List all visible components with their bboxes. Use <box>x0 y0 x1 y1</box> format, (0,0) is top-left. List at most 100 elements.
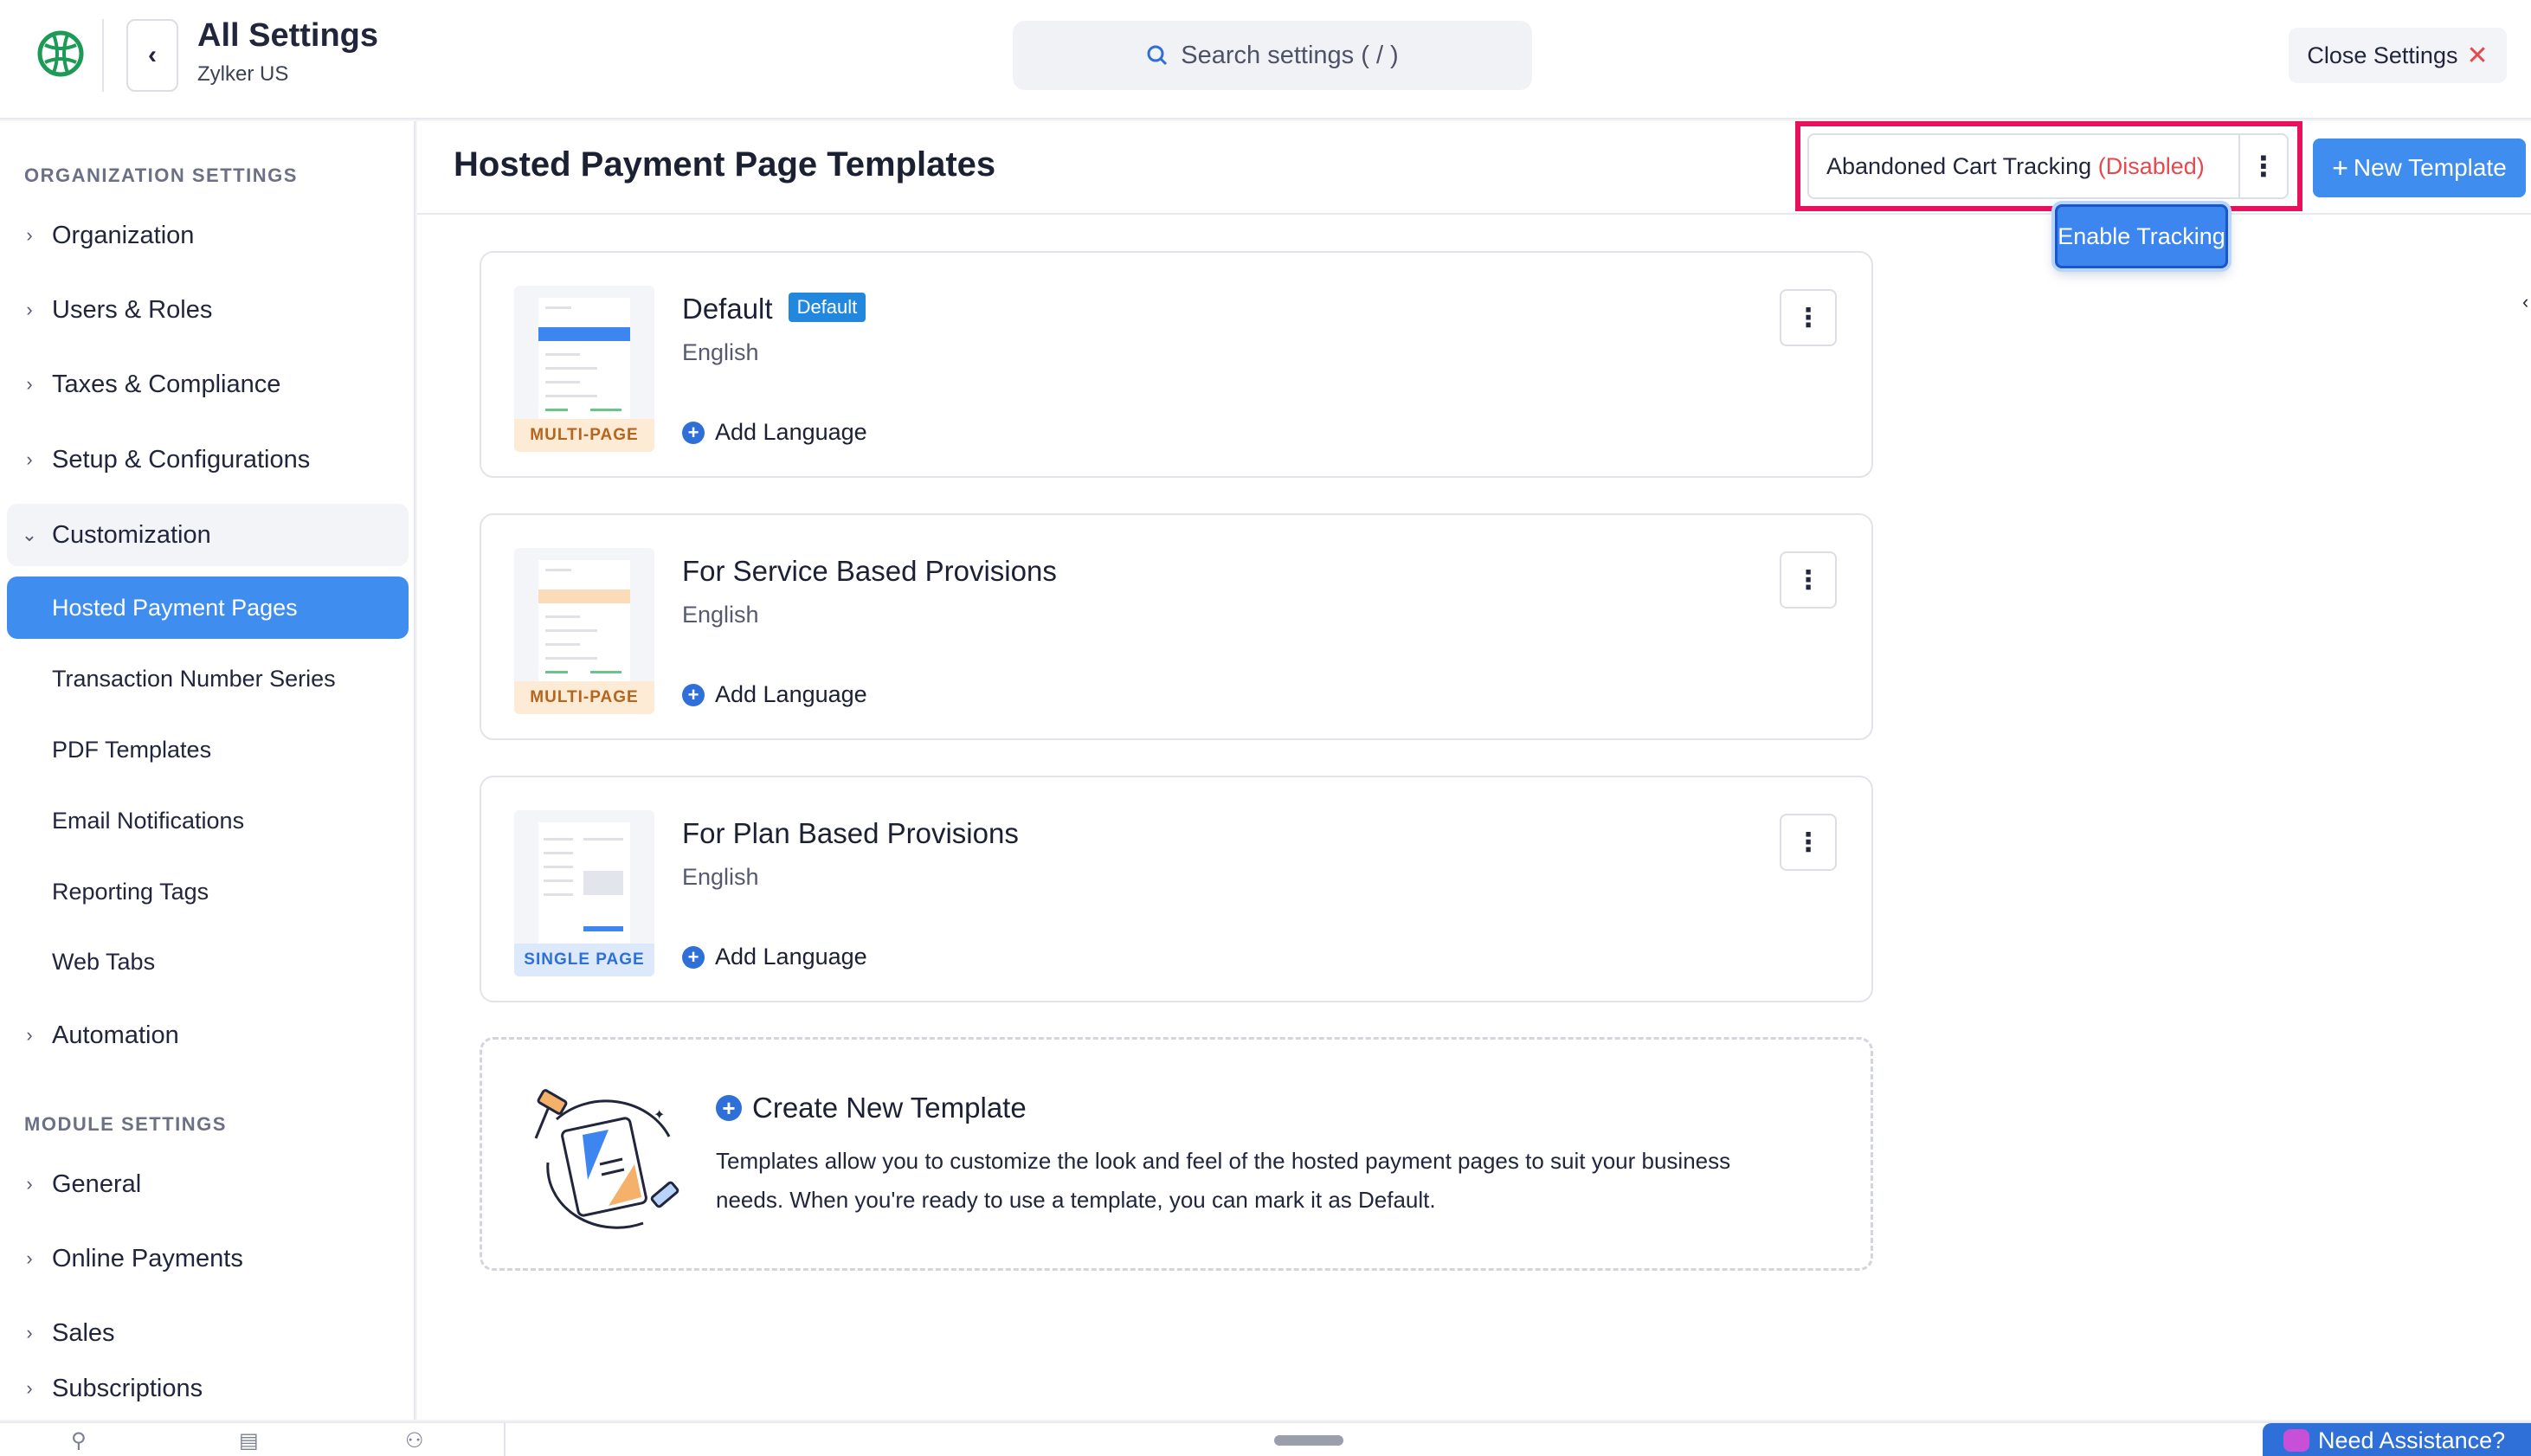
app-logo-icon[interactable] <box>33 26 88 81</box>
plus-circle-icon: + <box>716 1095 742 1121</box>
template-name: For Plan Based Provisions <box>682 817 1019 849</box>
content-title: Hosted Payment Page Templates <box>454 145 996 184</box>
sidebar-item-email-notifications[interactable]: Email Notifications <box>7 789 409 852</box>
header-divider <box>102 19 104 92</box>
sidebar-item-label: Customization <box>52 520 211 549</box>
template-thumbnail: MULTI-PAGE <box>514 548 654 714</box>
sidebar-item-label: Subscriptions <box>52 1374 203 1402</box>
chevron-right-icon: › <box>26 1247 33 1269</box>
need-assistance-button[interactable]: Need Assistance? <box>2263 1423 2531 1456</box>
add-language-button[interactable]: + Add Language <box>682 944 867 970</box>
section-title-organization: ORGANIZATION SETTINGS <box>24 164 298 186</box>
sidebar-item-online-payments[interactable]: › Online Payments <box>7 1227 409 1290</box>
more-options-icon[interactable]: ⋮ <box>1780 551 1837 609</box>
create-template-title[interactable]: + Create New Template <box>716 1092 1027 1124</box>
sidebar-item-customization[interactable]: ⌄ Customization <box>7 504 409 566</box>
sidebar-item-organization[interactable]: › Organization <box>7 204 409 267</box>
plus-icon: + <box>2332 151 2348 184</box>
assistant-bot-icon <box>2283 1429 2309 1452</box>
add-language-button[interactable]: + Add Language <box>682 681 867 708</box>
content-header: Hosted Payment Page Templates Abandoned … <box>417 121 2531 215</box>
plus-circle-icon: + <box>682 945 705 969</box>
template-card-plan-based[interactable]: SINGLE PAGE For Plan Based Provisions En… <box>480 776 1873 1002</box>
sidebar-item-label: Setup & Configurations <box>52 445 311 474</box>
template-language: English <box>682 339 759 365</box>
top-header: ‹ All Settings Zylker US Search settings… <box>0 0 2531 119</box>
chevron-right-icon: › <box>26 373 33 395</box>
page-title: All Settings <box>197 17 379 54</box>
template-name: Default Default <box>682 293 866 325</box>
chevron-left-icon[interactable]: ‹ <box>2522 291 2528 313</box>
sidebar-item-subscriptions[interactable]: › Subscriptions <box>7 1357 409 1420</box>
default-badge: Default <box>788 293 866 323</box>
sidebar-item-sales[interactable]: › Sales <box>7 1302 409 1364</box>
sidebar-item-label: Online Payments <box>52 1244 243 1272</box>
search-icon <box>1147 45 1168 66</box>
sidebar-item-label: Sales <box>52 1318 115 1347</box>
sidebar-item-taxes-compliance[interactable]: › Taxes & Compliance <box>7 353 409 416</box>
close-icon: ✕ <box>2466 41 2489 70</box>
chevron-right-icon: › <box>26 448 33 470</box>
template-thumbnail: MULTI-PAGE <box>514 286 654 452</box>
bottom-bar: ⚲ ▤ ⚇ Need Assistance? <box>0 1421 2531 1456</box>
new-template-label: New Template <box>2353 154 2507 181</box>
chat-icon[interactable]: ▤ <box>239 1428 259 1453</box>
more-options-icon[interactable]: ⋮ <box>1780 289 1837 346</box>
sidebar-item-transaction-number-series[interactable]: Transaction Number Series <box>7 647 409 710</box>
create-new-template-card[interactable]: ✦ + Create New Template Templates allow … <box>480 1037 1873 1271</box>
sidebar-item-users-roles[interactable]: › Users & Roles <box>7 279 409 341</box>
sidebar-item-automation[interactable]: › Automation <box>7 1004 409 1066</box>
template-language: English <box>682 864 759 890</box>
users-icon[interactable]: ⚇ <box>405 1428 424 1453</box>
chevron-right-icon: › <box>26 1322 33 1343</box>
more-options-icon[interactable]: ⋮ <box>2238 133 2287 199</box>
organization-name: Zylker US <box>197 62 289 86</box>
page-type-badge: SINGLE PAGE <box>514 944 654 976</box>
tracking-label: Abandoned Cart Tracking (Disabled) <box>1826 152 2205 179</box>
sidebar-item-label: Organization <box>52 221 195 249</box>
sidebar-item-label: General <box>52 1169 142 1198</box>
search-input[interactable]: Search settings ( / ) <box>1013 21 1532 90</box>
back-button[interactable]: ‹ <box>126 19 178 92</box>
add-language-button[interactable]: + Add Language <box>682 419 867 446</box>
chevron-right-icon: › <box>26 1024 33 1046</box>
drag-handle[interactable] <box>1274 1435 1343 1446</box>
page-type-badge: MULTI-PAGE <box>514 419 654 452</box>
page-type-badge: MULTI-PAGE <box>514 681 654 714</box>
template-thumbnail: SINGLE PAGE <box>514 810 654 976</box>
sidebar-item-hosted-payment-pages[interactable]: Hosted Payment Pages <box>7 577 409 639</box>
sidebar-item-label: Users & Roles <box>52 295 213 324</box>
pin-icon[interactable]: ⚲ <box>71 1428 87 1453</box>
chevron-right-icon: › <box>26 1173 33 1195</box>
main-content: Hosted Payment Page Templates Abandoned … <box>417 121 2531 1420</box>
sidebar-item-setup-configurations[interactable]: › Setup & Configurations <box>7 428 409 491</box>
sidebar-item-reporting-tags[interactable]: Reporting Tags <box>7 860 409 923</box>
close-settings-button[interactable]: Close Settings ✕ <box>2289 28 2507 83</box>
sidebar-item-general[interactable]: › General <box>7 1153 409 1215</box>
chevron-right-icon: › <box>26 224 33 246</box>
sidebar-item-pdf-templates[interactable]: PDF Templates <box>7 718 409 781</box>
chevron-right-icon: › <box>26 299 33 320</box>
plus-circle-icon: + <box>682 683 705 706</box>
plus-circle-icon: + <box>682 421 705 444</box>
section-title-module: MODULE SETTINGS <box>24 1113 227 1135</box>
document-illustration-icon: ✦ <box>534 1089 679 1229</box>
chevron-down-icon: ⌄ <box>21 524 38 545</box>
search-placeholder: Search settings ( / ) <box>1181 41 1399 69</box>
template-name: For Service Based Provisions <box>682 555 1057 587</box>
new-template-button[interactable]: + New Template <box>2313 139 2526 197</box>
more-options-icon[interactable]: ⋮ <box>1780 814 1837 871</box>
chevron-right-icon: › <box>26 1377 33 1399</box>
template-card-default[interactable]: MULTI-PAGE Default Default English + Add … <box>480 251 1873 478</box>
template-language: English <box>682 602 759 628</box>
bottom-divider <box>504 1423 506 1456</box>
svg-text:✦: ✦ <box>654 1108 665 1123</box>
sidebar-item-label: Taxes & Compliance <box>52 370 281 398</box>
abandoned-cart-tracking-control[interactable]: Abandoned Cart Tracking (Disabled) ⋮ <box>1807 133 2289 199</box>
sidebar-item-web-tabs[interactable]: Web Tabs <box>7 931 409 993</box>
create-template-description: Templates allow you to customize the loo… <box>716 1148 1731 1213</box>
close-settings-label: Close Settings <box>2307 42 2458 68</box>
enable-tracking-button[interactable]: Enable Tracking <box>2055 204 2228 268</box>
chevron-left-icon: ‹ <box>148 41 157 69</box>
template-card-service-based[interactable]: MULTI-PAGE For Service Based Provisions … <box>480 513 1873 740</box>
